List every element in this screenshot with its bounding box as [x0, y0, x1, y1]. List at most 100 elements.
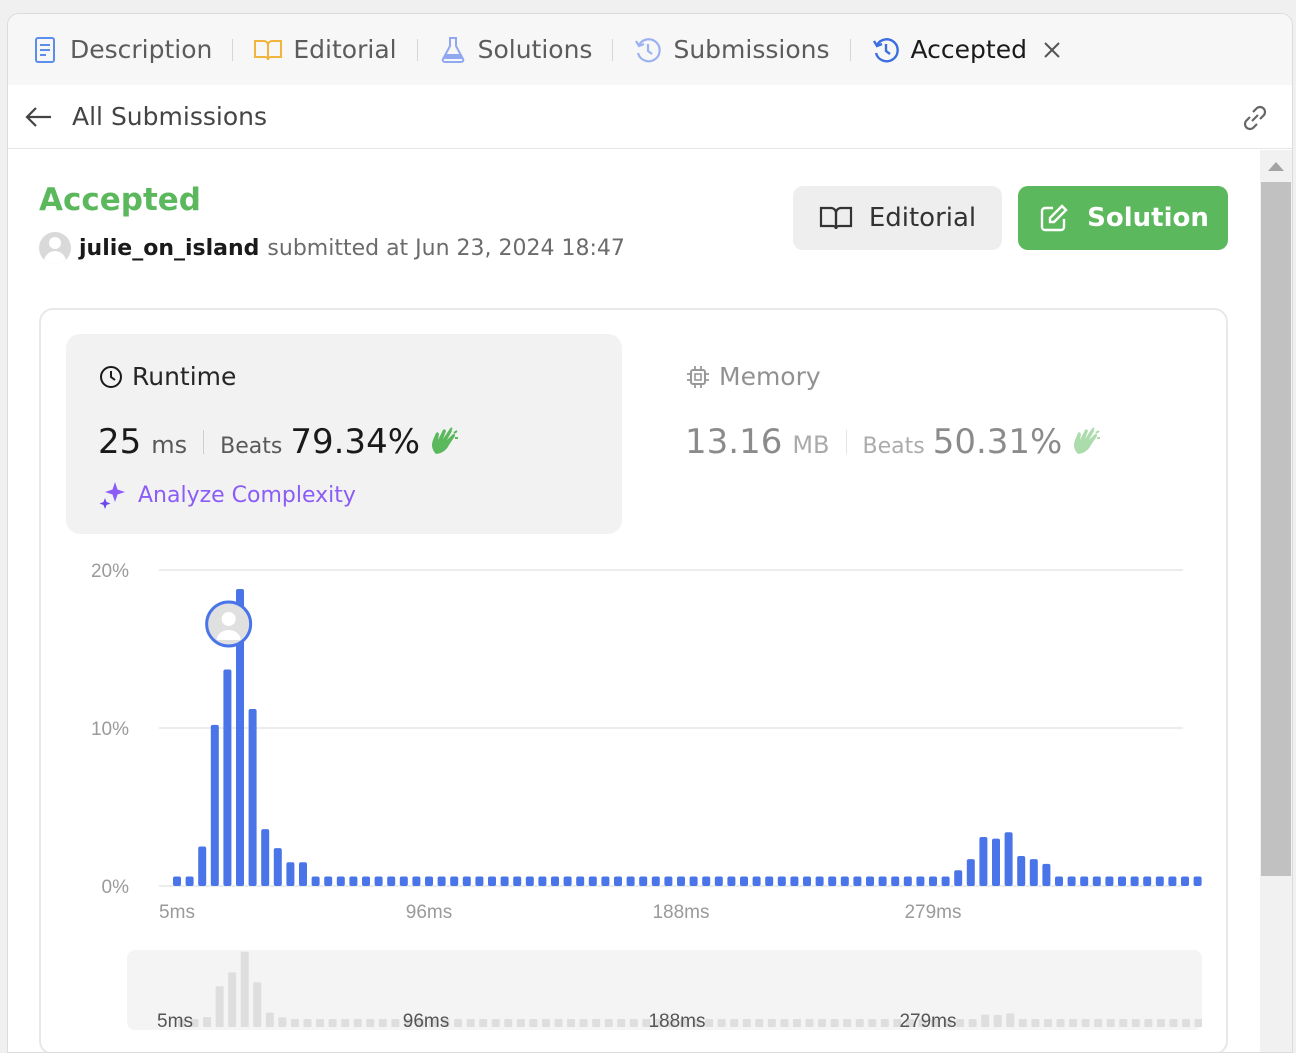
histogram-bar[interactable]	[765, 876, 774, 886]
scroll-up-arrow-icon[interactable]	[1268, 162, 1284, 171]
scrollbar-thumb[interactable]	[1261, 182, 1291, 876]
histogram-bar[interactable]	[878, 876, 887, 886]
histogram-bar[interactable]	[1181, 876, 1189, 886]
histogram-bar[interactable]	[790, 876, 799, 886]
histogram-bar[interactable]	[538, 876, 547, 886]
histogram-bar[interactable]	[866, 876, 874, 886]
chart-range-navigator[interactable]: 5ms 96ms 188ms 279ms	[127, 950, 1202, 1030]
histogram-bar[interactable]	[1080, 876, 1089, 886]
histogram-bar[interactable]	[374, 876, 383, 886]
histogram-bar[interactable]	[450, 876, 459, 886]
histogram-bar[interactable]	[462, 876, 471, 886]
histogram-bar[interactable]	[223, 669, 232, 886]
histogram-bar[interactable]	[185, 876, 194, 886]
vertical-scrollbar[interactable]	[1260, 150, 1292, 1052]
histogram-bar[interactable]	[210, 724, 219, 886]
histogram-bar[interactable]	[1168, 876, 1177, 886]
tab-description[interactable]: Description	[30, 30, 212, 70]
histogram-bar[interactable]	[891, 876, 900, 886]
histogram-bar[interactable]	[311, 876, 320, 886]
histogram-bar[interactable]	[664, 876, 673, 886]
all-submissions-link[interactable]: All Submissions	[72, 102, 267, 131]
histogram-bar[interactable]	[803, 876, 811, 886]
histogram-bar[interactable]	[815, 876, 824, 886]
histogram-bar[interactable]	[601, 876, 610, 886]
histogram-bar[interactable]	[563, 876, 572, 886]
your-submission-marker[interactable]	[205, 600, 253, 648]
histogram-bar[interactable]	[475, 876, 484, 886]
histogram-bar[interactable]	[639, 876, 648, 886]
histogram-bar[interactable]	[714, 876, 723, 886]
histogram-bar[interactable]	[248, 709, 257, 886]
histogram-bar[interactable]	[1042, 863, 1051, 886]
histogram-bar[interactable]	[1193, 876, 1202, 886]
close-icon[interactable]	[1041, 39, 1063, 61]
histogram-bar[interactable]	[286, 862, 295, 886]
histogram-bar[interactable]	[614, 876, 622, 886]
histogram-bar[interactable]	[979, 837, 988, 886]
histogram-bar[interactable]	[349, 876, 358, 886]
histogram-bar[interactable]	[702, 876, 711, 886]
histogram-bar[interactable]	[387, 876, 396, 886]
histogram-bar[interactable]	[689, 876, 698, 886]
histogram-bar[interactable]	[576, 876, 585, 886]
memory-metric[interactable]: Memory 13.16 MB Beats 50.31%	[653, 334, 1213, 534]
histogram-bar[interactable]	[651, 876, 660, 886]
analyze-complexity-button[interactable]: Analyze Complexity	[98, 480, 356, 510]
histogram-bar[interactable]	[727, 876, 736, 886]
histogram-bar[interactable]	[513, 876, 522, 886]
solution-button[interactable]: Solution	[1018, 186, 1228, 250]
histogram-bar[interactable]	[853, 876, 862, 886]
histogram-bar[interactable]	[412, 876, 421, 886]
runtime-metric[interactable]: Runtime 25 ms Beats 79.34% Analyze Compl…	[66, 334, 622, 534]
histogram-bar[interactable]	[840, 876, 849, 886]
tab-submissions[interactable]: Submissions	[633, 30, 830, 70]
histogram-bar[interactable]	[336, 876, 345, 886]
histogram-bar[interactable]	[1067, 876, 1076, 886]
histogram-bar[interactable]	[425, 876, 433, 886]
histogram-bar[interactable]	[954, 870, 963, 886]
histogram-bar[interactable]	[273, 848, 282, 886]
histogram-bar[interactable]	[740, 876, 748, 886]
histogram-bar[interactable]	[198, 846, 207, 887]
histogram-bar[interactable]	[588, 876, 597, 886]
histogram-bar[interactable]	[1055, 876, 1063, 886]
histogram-bar[interactable]	[1155, 876, 1164, 886]
histogram-bar[interactable]	[1092, 876, 1101, 886]
histogram-bar[interactable]	[992, 838, 1000, 886]
tab-accepted[interactable]: Accepted	[871, 30, 1063, 70]
username[interactable]: julie_on_island	[79, 236, 259, 261]
histogram-bar[interactable]	[1029, 859, 1038, 886]
histogram-bar[interactable]	[1118, 876, 1126, 886]
histogram-bar[interactable]	[626, 876, 635, 886]
avatar[interactable]	[39, 232, 71, 264]
histogram-bar[interactable]	[1004, 832, 1013, 886]
histogram-bar[interactable]	[903, 876, 912, 886]
histogram-bar[interactable]	[551, 876, 559, 886]
histogram-bar[interactable]	[777, 876, 786, 886]
histogram-bar[interactable]	[941, 876, 950, 886]
tab-solutions[interactable]: Solutions	[438, 30, 592, 70]
histogram-bar[interactable]	[324, 876, 333, 886]
histogram-bar[interactable]	[929, 876, 937, 886]
histogram-bar[interactable]	[261, 829, 270, 886]
tab-editorial[interactable]: Editorial	[253, 30, 397, 70]
back-arrow-icon[interactable]	[24, 102, 54, 132]
histogram-bar[interactable]	[916, 876, 925, 886]
histogram-bar[interactable]	[752, 876, 761, 886]
histogram-bar[interactable]	[828, 876, 837, 886]
histogram-bar[interactable]	[399, 876, 408, 886]
histogram-bar[interactable]	[362, 876, 370, 886]
editorial-button[interactable]: Editorial	[793, 186, 1002, 250]
histogram-bar[interactable]	[299, 862, 307, 886]
histogram-bar[interactable]	[525, 876, 534, 886]
histogram-bar[interactable]	[677, 876, 685, 886]
histogram-bar[interactable]	[173, 876, 181, 886]
histogram-bar[interactable]	[1017, 855, 1026, 886]
histogram-bar[interactable]	[1105, 876, 1114, 886]
histogram-bar[interactable]	[1143, 876, 1152, 886]
histogram-bar[interactable]	[500, 876, 509, 886]
histogram-bar[interactable]	[966, 859, 975, 886]
histogram-bar[interactable]	[1130, 876, 1139, 886]
histogram-bar[interactable]	[488, 876, 496, 886]
